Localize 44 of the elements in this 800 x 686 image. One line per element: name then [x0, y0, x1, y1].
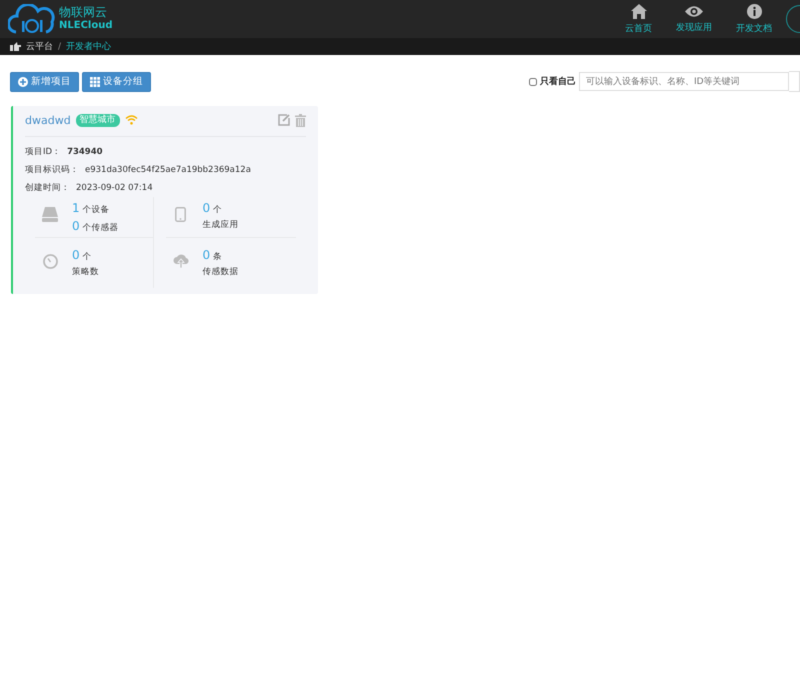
only-mine-checkbox[interactable] [529, 78, 537, 86]
plus-icon [18, 76, 28, 86]
pointing-hand-icon [10, 42, 21, 51]
stat-label: 个传感器 [82, 222, 119, 234]
nav-link[interactable]: 开发文档 [724, 3, 784, 35]
stat-count: 0 [202, 248, 210, 262]
category-tag: 智慧城市 [76, 114, 120, 126]
gauge-icon [42, 254, 58, 269]
stat-label: 策略数 [72, 266, 99, 278]
breadcrumb-separator: / [58, 42, 62, 52]
phone-icon [175, 207, 186, 222]
breadcrumb-link[interactable]: 开发者中心 [66, 40, 112, 53]
stat-label: 个设备 [82, 204, 110, 216]
eye-icon [685, 4, 703, 18]
nav-link[interactable]: 发现应用 [664, 3, 724, 35]
cloud-logo-icon [8, 4, 56, 34]
stat-count: 1 [72, 201, 80, 215]
stat-label: 传感数据 [202, 266, 238, 278]
checkbox-label: 只看自己 [540, 75, 576, 88]
stat-label: 个 [213, 204, 222, 216]
toolbar-button[interactable]: 新增项目 [10, 72, 79, 92]
search-field[interactable]: 可以输入设备标识、名称、ID等关键词 [579, 72, 789, 91]
delete-icon[interactable] [295, 114, 306, 126]
project-field: 创建时间： 2023-09-02 07:14 [25, 179, 306, 197]
cloud-upload-icon [172, 254, 188, 268]
edit-icon[interactable] [278, 114, 290, 126]
logo-title: 物联网云 [59, 6, 108, 19]
stat-label: 个 [82, 251, 92, 263]
search-button[interactable] [789, 71, 800, 92]
grid-icon [90, 76, 100, 86]
info-icon [746, 4, 762, 18]
breadcrumb-link[interactable]: 云平台 [26, 40, 53, 53]
stat-count: 0 [72, 248, 80, 262]
hard-drive-icon [42, 207, 58, 222]
stat-label: 条 [213, 251, 222, 263]
stat-label: 生成应用 [202, 219, 238, 231]
logo-subtitle: NLECloud [59, 19, 112, 32]
nav-link[interactable]: 云首页 [613, 3, 664, 35]
project-field: 项目ID： 734940 [25, 143, 306, 161]
project-field: 项目标识码： e931da30fec54f25ae7a19bb2369a12a [25, 161, 306, 179]
stat-count: 0 [72, 219, 80, 233]
toolbar-button[interactable]: 设备分组 [82, 72, 151, 92]
stat-count: 0 [202, 201, 210, 215]
home-icon [630, 4, 646, 18]
